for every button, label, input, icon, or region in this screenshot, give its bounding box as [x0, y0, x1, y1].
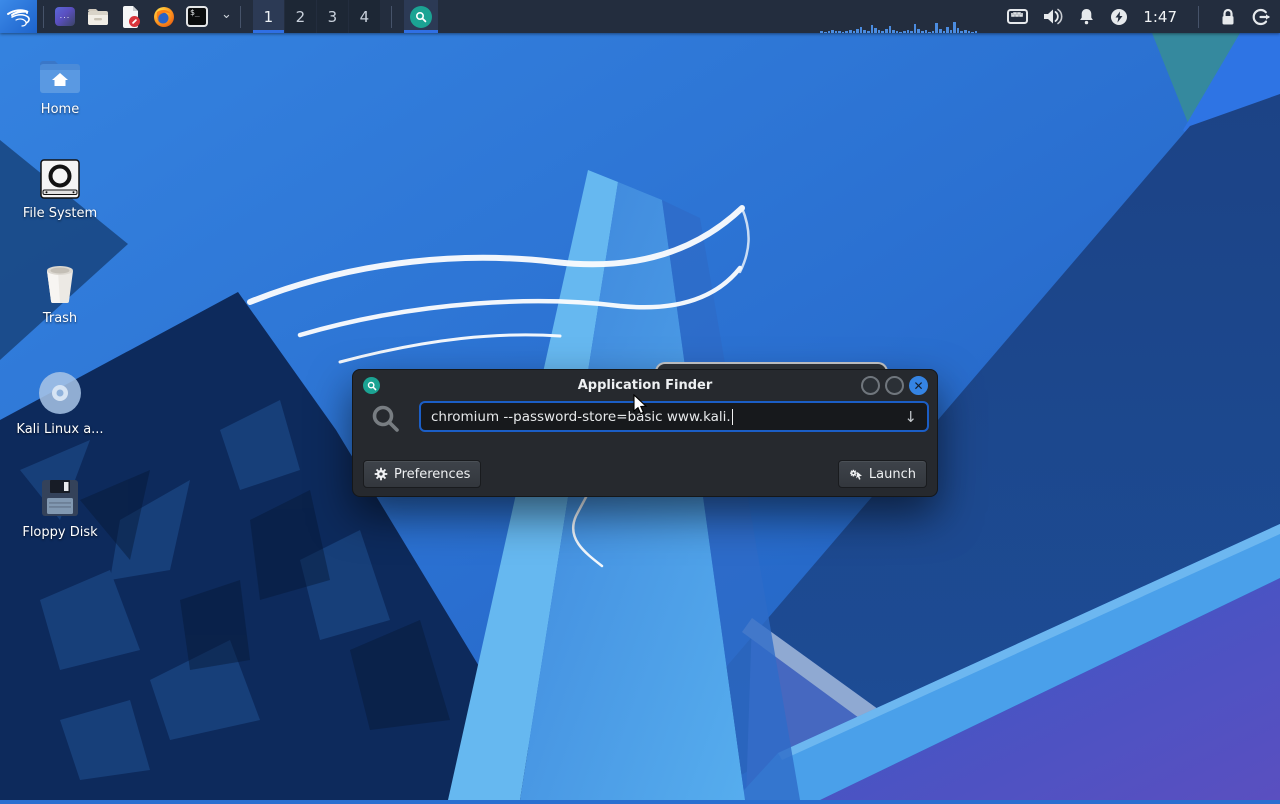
desktop-icon-kali-linux-cd[interactable]: Kali Linux a... [5, 370, 115, 437]
history-dropdown-icon[interactable]: ↓ [904, 408, 917, 426]
document-icon [121, 6, 141, 28]
notifications-bell-icon[interactable] [1078, 8, 1095, 26]
application-finder-window: Application Finder ✕ chromium --password… [352, 369, 938, 497]
workspace-2-button[interactable]: 2 [285, 0, 316, 33]
text-editor-launcher[interactable] [120, 6, 142, 28]
logout-icon[interactable] [1251, 8, 1270, 26]
launch-button[interactable]: Launch [838, 460, 927, 488]
taskbar-application-finder[interactable] [404, 0, 438, 33]
home-folder-icon [5, 56, 115, 96]
cpu-graph[interactable] [820, 0, 982, 33]
search-input[interactable]: chromium --password-store=basic www.kali… [419, 401, 929, 432]
minimize-button[interactable] [861, 376, 880, 395]
maximize-button[interactable] [885, 376, 904, 395]
panel-separator [43, 6, 44, 28]
text-caret [732, 409, 733, 425]
preferences-label: Preferences [394, 467, 470, 482]
desktop-icon-file-system[interactable]: File System [5, 158, 115, 221]
kali-logo-icon [6, 5, 32, 29]
firefox-icon [153, 6, 175, 28]
quick-launchers: ... [50, 6, 234, 28]
desktop-icon-floppy-disk[interactable]: Floppy Disk [5, 477, 115, 540]
app-finder-icon [410, 6, 432, 28]
workspace-4-button[interactable]: 4 [349, 0, 380, 33]
network-icon[interactable] [1007, 8, 1028, 25]
workspace-1-button[interactable]: 1 [253, 0, 284, 33]
power-manager-icon[interactable] [1110, 8, 1128, 26]
window-app-icon: ... [55, 7, 75, 26]
desktop-icon-home[interactable]: Home [5, 56, 115, 117]
close-button[interactable]: ✕ [909, 376, 928, 395]
floppy-disk-icon [5, 477, 115, 519]
dialog-buttons: Preferences Launch [353, 460, 937, 488]
workspace-3-button[interactable]: 3 [317, 0, 348, 33]
search-input-value: chromium --password-store=basic www.kali… [431, 409, 731, 425]
launch-label: Launch [869, 467, 916, 482]
terminal-icon: $_ [186, 6, 208, 27]
desktop-icon-trash[interactable]: Trash [5, 263, 115, 326]
preferences-button[interactable]: Preferences [363, 460, 481, 488]
window-title: Application Finder [578, 378, 713, 393]
search-icon [371, 404, 401, 438]
terminal-launcher[interactable]: $_ [186, 6, 208, 28]
lock-screen-icon[interactable] [1220, 8, 1236, 26]
panel-separator [1198, 6, 1199, 28]
app-finder-title-icon [363, 377, 380, 394]
workspace-switcher: 1 2 3 4 [253, 0, 381, 33]
launch-run-icon [849, 467, 863, 481]
drive-icon [5, 158, 115, 200]
panel-separator [240, 6, 241, 28]
mouse-cursor [633, 394, 649, 420]
kali-menu-button[interactable] [0, 0, 37, 33]
firefox-launcher[interactable] [153, 6, 175, 28]
gear-icon [374, 467, 388, 481]
panel-status-area: 1:47 [820, 0, 1280, 33]
folder-icon [87, 8, 109, 26]
window-app-launcher[interactable]: ... [54, 6, 76, 28]
file-manager-launcher[interactable] [87, 6, 109, 28]
trash-icon [5, 263, 115, 305]
volume-icon[interactable] [1043, 8, 1063, 25]
clock[interactable]: 1:47 [1143, 8, 1177, 26]
chevron-down-icon[interactable]: ⌄ [221, 7, 232, 22]
cd-disc-icon [5, 370, 115, 416]
top-panel: ... [0, 0, 1280, 33]
panel-separator [391, 6, 392, 28]
